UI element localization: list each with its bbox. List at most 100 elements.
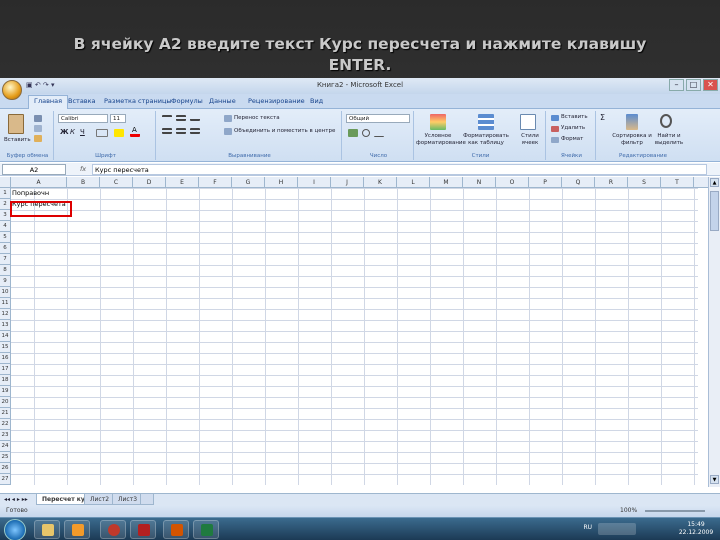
column-header[interactable]: D [133, 177, 166, 188]
row-header[interactable]: 6 [0, 243, 11, 254]
zoom-slider[interactable] [645, 510, 705, 512]
sort-filter-button[interactable]: Сортировка и фильтр [612, 133, 652, 147]
underline-button[interactable]: Ч [80, 128, 85, 136]
column-header[interactable]: Q [562, 177, 595, 188]
taskbar-excel[interactable] [193, 520, 219, 539]
row-header[interactable]: 26 [0, 463, 11, 474]
column-header[interactable]: B [67, 177, 100, 188]
tab-insert[interactable]: Вставка [68, 97, 96, 105]
sheet-tab-3[interactable]: Лист3 [112, 494, 144, 505]
row-header[interactable]: 15 [0, 342, 11, 353]
row-header[interactable]: 16 [0, 353, 11, 364]
taskbar-adobe[interactable] [130, 520, 156, 539]
align-center-icon[interactable] [176, 128, 186, 134]
column-header[interactable]: N [463, 177, 496, 188]
maximize-button[interactable]: □ [686, 79, 701, 91]
delete-cells-button[interactable]: Удалить [561, 125, 585, 131]
row-header[interactable]: 24 [0, 441, 11, 452]
taskbar-explorer[interactable] [34, 520, 60, 539]
column-header[interactable]: P [529, 177, 562, 188]
language-indicator[interactable]: RU [583, 524, 592, 531]
row-header[interactable]: 9 [0, 276, 11, 287]
font-size-select[interactable]: 11 [110, 114, 126, 123]
tab-view[interactable]: Вид [310, 97, 323, 105]
close-button[interactable]: ✕ [703, 79, 718, 91]
font-name-select[interactable]: Calibri [58, 114, 108, 123]
wrap-text-button[interactable]: Перенос текста [234, 115, 280, 121]
merge-center-button[interactable]: Объединить и поместить в центре [234, 128, 335, 134]
row-header[interactable]: 22 [0, 419, 11, 430]
row-header[interactable]: 4 [0, 221, 11, 232]
row-header[interactable]: 17 [0, 364, 11, 375]
format-table-button[interactable]: Форматировать как таблицу [462, 133, 510, 147]
format-painter-icon[interactable] [34, 135, 42, 142]
cut-icon[interactable] [34, 115, 42, 122]
font-color-icon[interactable]: A [130, 126, 140, 137]
copy-icon[interactable] [34, 125, 42, 132]
start-button[interactable] [4, 519, 26, 540]
cell-grid[interactable]: Поправочн Курс пересчета [11, 188, 698, 485]
tray-icons[interactable] [598, 523, 636, 535]
tab-review[interactable]: Рецензирование [248, 97, 305, 105]
column-header[interactable]: O [496, 177, 529, 188]
column-header[interactable]: A [11, 177, 67, 188]
format-cells-button[interactable]: Формат [561, 136, 583, 142]
scroll-up-icon[interactable]: ▲ [710, 178, 719, 187]
sheet-nav-icon[interactable]: ◂◂ ◂ ▸ ▸▸ [4, 496, 28, 503]
find-select-button[interactable]: Найти и выделить [652, 133, 686, 147]
tab-page-layout[interactable]: Разметка страницы [104, 97, 172, 105]
row-header[interactable]: 25 [0, 452, 11, 463]
tab-home[interactable]: Главная [28, 95, 69, 109]
column-header[interactable]: S [628, 177, 661, 188]
cell-styles-button[interactable]: Стили ячеек [516, 133, 544, 147]
row-header[interactable]: 5 [0, 232, 11, 243]
row-header[interactable]: 11 [0, 298, 11, 309]
tab-data[interactable]: Данные [209, 97, 236, 105]
name-box[interactable]: A2 [2, 164, 66, 175]
taskbar-media[interactable] [64, 520, 90, 539]
sheet-tab-2[interactable]: Лист2 [84, 494, 116, 505]
taskbar-browser[interactable] [100, 520, 126, 539]
row-header[interactable]: 10 [0, 287, 11, 298]
borders-icon[interactable] [96, 129, 108, 137]
column-header[interactable]: L [397, 177, 430, 188]
column-header[interactable]: T [661, 177, 694, 188]
row-header[interactable]: 21 [0, 408, 11, 419]
row-header[interactable]: 14 [0, 331, 11, 342]
select-all-corner[interactable] [0, 177, 11, 188]
paste-button[interactable]: Вставить [4, 137, 31, 143]
fill-color-icon[interactable] [114, 129, 124, 137]
align-top-icon[interactable] [162, 115, 172, 121]
column-header[interactable]: M [430, 177, 463, 188]
italic-button[interactable]: К [70, 128, 75, 136]
row-header[interactable]: 18 [0, 375, 11, 386]
column-header[interactable]: F [199, 177, 232, 188]
conditional-format-button[interactable]: Условное форматирование [416, 133, 466, 147]
formula-input[interactable]: Курс пересчета [92, 164, 707, 175]
scroll-thumb[interactable] [710, 191, 719, 231]
cell-a1[interactable]: Поправочн [11, 188, 49, 198]
clock[interactable]: 15:49 22.12.2009 [676, 521, 716, 537]
row-header[interactable]: 1 [0, 188, 11, 199]
autosum-button[interactable]: Σ [600, 113, 605, 122]
percent-icon[interactable] [362, 129, 370, 137]
column-header[interactable]: K [364, 177, 397, 188]
row-header[interactable]: 7 [0, 254, 11, 265]
scroll-down-icon[interactable]: ▼ [710, 475, 719, 484]
row-header[interactable]: 8 [0, 265, 11, 276]
column-header[interactable]: C [100, 177, 133, 188]
align-bottom-icon[interactable] [190, 115, 200, 121]
taskbar-powerpoint[interactable] [163, 520, 189, 539]
tab-formulas[interactable]: Формулы [171, 97, 203, 105]
office-button[interactable] [2, 80, 22, 100]
row-header[interactable]: 13 [0, 320, 11, 331]
column-header[interactable]: R [595, 177, 628, 188]
row-header[interactable]: 19 [0, 386, 11, 397]
currency-icon[interactable] [348, 129, 358, 137]
row-header[interactable]: 20 [0, 397, 11, 408]
vertical-scrollbar[interactable]: ▲ ▼ [708, 177, 720, 487]
column-header[interactable]: H [265, 177, 298, 188]
column-header[interactable]: G [232, 177, 265, 188]
column-header[interactable]: E [166, 177, 199, 188]
thousands-icon[interactable] [374, 129, 384, 137]
